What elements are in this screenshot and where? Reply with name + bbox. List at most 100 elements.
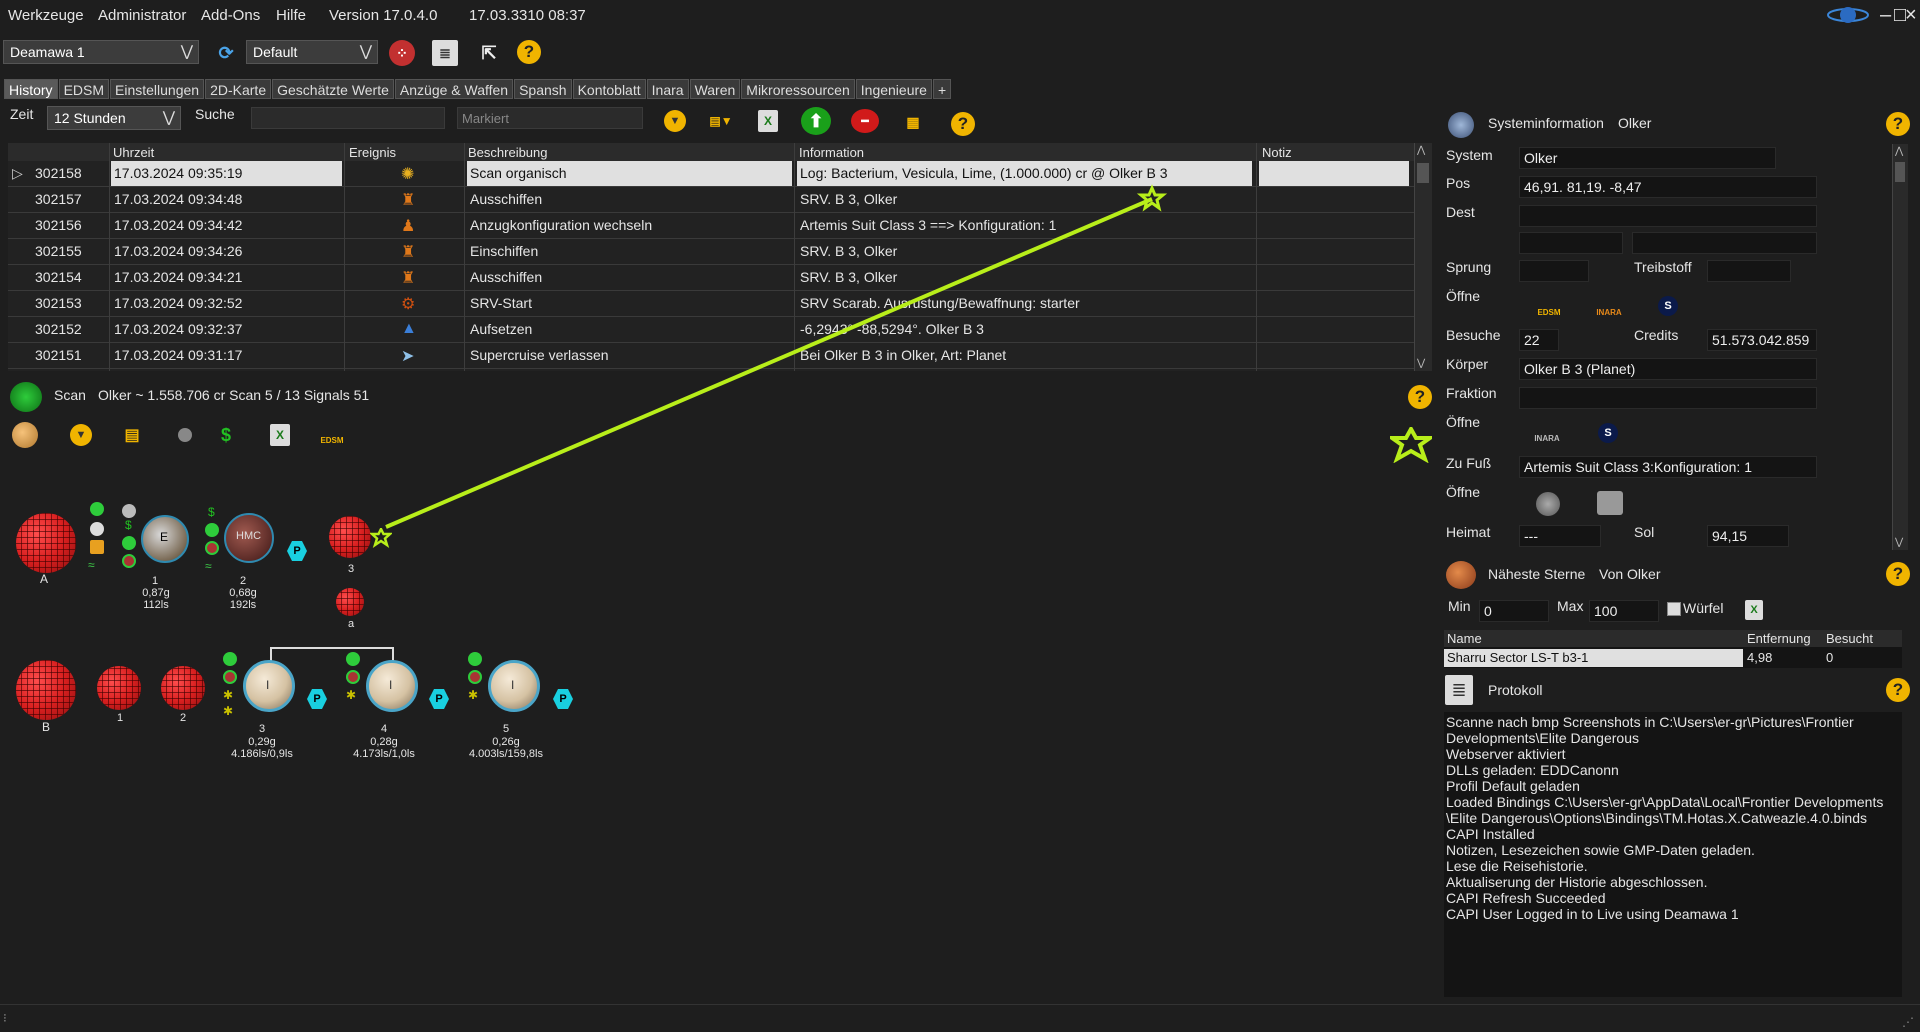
- besuche-field[interactable]: 22: [1519, 329, 1559, 351]
- dest-sub-field-1[interactable]: [1519, 232, 1623, 254]
- stop-icon[interactable]: ━: [851, 109, 879, 133]
- min-field[interactable]: 0: [1479, 600, 1549, 622]
- sprung-field[interactable]: [1519, 260, 1589, 282]
- filter-bodies-icon[interactable]: ▼: [70, 424, 92, 446]
- menu-hilfe[interactable]: Hilfe: [276, 7, 306, 24]
- col-information[interactable]: Information: [799, 145, 864, 160]
- help-icon[interactable]: ?: [1408, 385, 1432, 409]
- body-b2[interactable]: [161, 666, 205, 710]
- pos-field[interactable]: 46,91. 81,19. -8,47: [1519, 176, 1817, 198]
- zeit-select[interactable]: 12 Stunden ⋁: [47, 106, 181, 130]
- body-2[interactable]: HMC: [224, 513, 274, 563]
- body-b3[interactable]: I: [243, 660, 295, 712]
- table-row[interactable]: 302157 17.03.2024 09:34:48 ♜ Ausschiffen SRV…: [8, 187, 1414, 213]
- search-input[interactable]: [251, 107, 445, 129]
- popout-icon[interactable]: ⇱: [476, 40, 502, 66]
- refresh-icon[interactable]: ⟳: [213, 40, 239, 66]
- export-excel-icon[interactable]: X: [270, 424, 290, 446]
- filter-field-icon[interactable]: ▤▼: [707, 110, 735, 132]
- dice-icon[interactable]: ⁘: [389, 40, 415, 66]
- col-beschreibung[interactable]: Beschreibung: [468, 145, 548, 160]
- edsm-icon[interactable]: EDSM: [318, 422, 346, 450]
- edsm-link-icon[interactable]: EDSM: [1536, 292, 1562, 320]
- notes-icon[interactable]: ≣: [432, 40, 458, 66]
- protokoll-log[interactable]: Scanne nach bmp Screenshots in C:\Users\…: [1444, 712, 1902, 997]
- heimat-field[interactable]: ---: [1519, 525, 1601, 547]
- tab-edsm[interactable]: EDSM: [58, 79, 110, 99]
- notes-list-icon[interactable]: ▤: [122, 424, 142, 446]
- grip-handle-icon[interactable]: ⁝: [3, 1011, 7, 1025]
- spansh-link-icon[interactable]: S: [1658, 296, 1678, 316]
- upload-arrow-icon[interactable]: ⬆: [801, 107, 831, 135]
- body-1[interactable]: E: [141, 515, 189, 563]
- close-icon[interactable]: ×: [1905, 4, 1917, 27]
- tab-geschaetzte-werte[interactable]: Geschätzte Werte: [272, 79, 394, 99]
- body-b4[interactable]: I: [366, 660, 418, 712]
- profile-select[interactable]: Default ⋁: [246, 40, 378, 64]
- body-b5[interactable]: I: [488, 660, 540, 712]
- export-excel-icon[interactable]: X: [758, 110, 778, 132]
- star-b[interactable]: [16, 660, 76, 720]
- koerper-field[interactable]: Olker B 3 (Planet): [1519, 358, 1817, 380]
- body-3a[interactable]: [336, 588, 364, 616]
- help-icon[interactable]: ?: [1886, 562, 1910, 586]
- table-row[interactable]: 302154 17.03.2024 09:34:21 ♜ Ausschiffen SRV…: [8, 265, 1414, 291]
- col-notiz[interactable]: Notiz: [1262, 145, 1292, 160]
- tab-anzuege-waffen[interactable]: Anzüge & Waffen: [394, 79, 514, 99]
- dollar-icon[interactable]: $: [216, 424, 236, 446]
- credits-field[interactable]: 51.573.042.859: [1707, 329, 1817, 351]
- cube-checkbox[interactable]: [1667, 602, 1681, 616]
- col-name[interactable]: Name: [1447, 631, 1482, 646]
- tab-inara[interactable]: Inara: [646, 79, 689, 99]
- col-uhrzeit[interactable]: Uhrzeit: [113, 145, 154, 160]
- col-besucht[interactable]: Besucht: [1826, 631, 1873, 646]
- sysinfo-scrollbar[interactable]: ⋀ ⋁: [1892, 144, 1908, 550]
- table-row[interactable]: 302151 17.03.2024 09:31:17 ➤ Supercruise ve…: [8, 343, 1414, 369]
- table-row[interactable]: 302153 17.03.2024 09:32:52 ⚙ SRV-Start SRV S…: [8, 291, 1414, 317]
- inara-faction-icon[interactable]: INARA: [1528, 422, 1566, 444]
- body-3[interactable]: [329, 516, 371, 558]
- menu-administrator[interactable]: Administrator: [98, 7, 186, 24]
- star-icon[interactable]: [12, 422, 38, 448]
- table-row[interactable]: ▷ 302158 17.03.2024 09:35:19 ✺ Scan organisc…: [8, 161, 1414, 187]
- treibstoff-field[interactable]: [1707, 260, 1791, 282]
- tab-add[interactable]: +: [932, 79, 952, 99]
- help-icon[interactable]: ?: [951, 112, 975, 136]
- minimize-icon[interactable]: –: [1880, 4, 1891, 27]
- menu-addons[interactable]: Add-Ons: [201, 7, 260, 24]
- system-field[interactable]: Olker: [1519, 147, 1776, 169]
- help-icon[interactable]: ?: [1886, 678, 1910, 702]
- star-a[interactable]: [16, 513, 76, 573]
- table-row[interactable]: 302155 17.03.2024 09:34:26 ♜ Einschiffen SRV…: [8, 239, 1414, 265]
- loadout-icon[interactable]: [1597, 491, 1623, 515]
- table-row[interactable]: 302156 17.03.2024 09:34:42 ♟ Anzugkonfigura…: [8, 213, 1414, 239]
- fraktion-field[interactable]: [1519, 387, 1817, 409]
- inara-link-icon[interactable]: INARA: [1590, 296, 1628, 318]
- tab-einstellungen[interactable]: Einstellungen: [110, 79, 205, 99]
- zufuss-field[interactable]: Artemis Suit Class 3:Konfiguration: 1: [1519, 456, 1817, 478]
- resize-grip-icon[interactable]: ⋰: [1902, 1015, 1914, 1029]
- body-b1[interactable]: [97, 666, 141, 710]
- markiert-input[interactable]: Markiert: [457, 107, 643, 129]
- tab-spansh[interactable]: Spansh: [514, 79, 572, 99]
- tab-waren[interactable]: Waren: [689, 79, 741, 99]
- tab-mikroressourcen[interactable]: Mikroressourcen: [741, 79, 855, 99]
- commander-select[interactable]: Deamawa 1 ⋁: [3, 40, 199, 64]
- spansh-faction-icon[interactable]: S: [1598, 423, 1618, 443]
- export-excel-icon[interactable]: X: [1745, 600, 1763, 620]
- tab-history[interactable]: History: [4, 79, 58, 99]
- boxes-icon[interactable]: ▦: [898, 108, 928, 136]
- col-ereignis[interactable]: Ereignis: [349, 145, 396, 160]
- help-icon[interactable]: ?: [517, 40, 541, 64]
- filter-event-icon[interactable]: ▼: [664, 110, 686, 132]
- col-entfernung[interactable]: Entfernung: [1747, 631, 1823, 646]
- grid-scrollbar[interactable]: ⋀ ⋁: [1414, 143, 1432, 371]
- table-row[interactable]: Sharru Sector LS-T b3-1 4,98 0: [1444, 649, 1902, 667]
- dest-field[interactable]: [1519, 205, 1817, 227]
- dest-sub-field-2[interactable]: [1632, 232, 1817, 254]
- sol-field[interactable]: 94,15: [1707, 525, 1789, 547]
- table-row[interactable]: 302152 17.03.2024 09:32:37 ▲ Aufsetzen -6,29…: [8, 317, 1414, 343]
- suit-icon[interactable]: [1536, 492, 1560, 516]
- tab-ingenieure[interactable]: Ingenieure: [855, 79, 932, 99]
- tab-2d-karte[interactable]: 2D-Karte: [205, 79, 272, 99]
